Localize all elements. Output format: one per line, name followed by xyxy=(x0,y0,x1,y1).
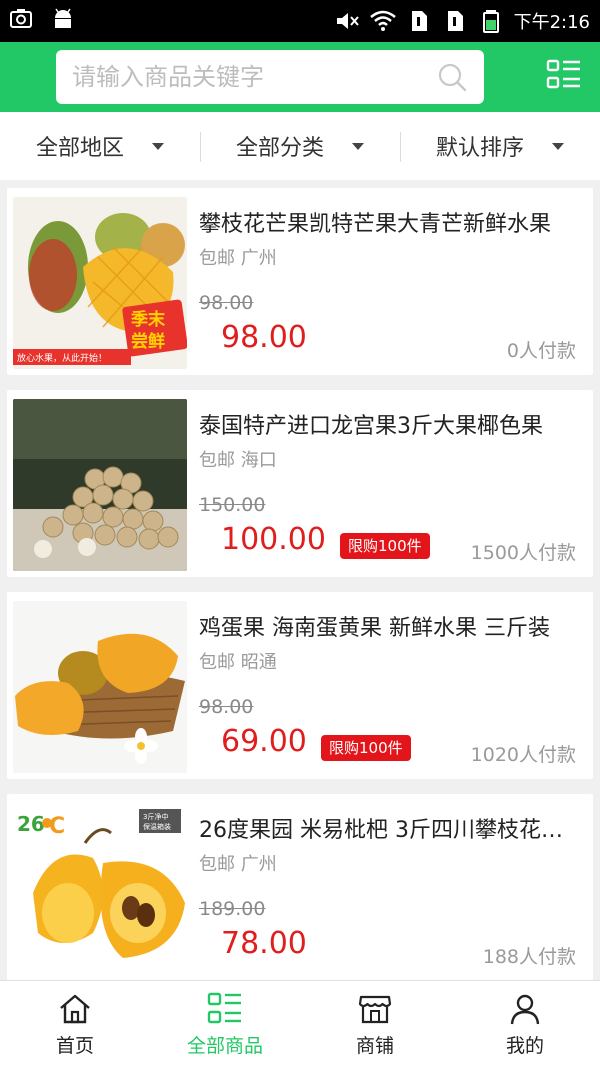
search-icon[interactable] xyxy=(436,61,468,93)
nav-mine[interactable]: 我的 xyxy=(450,981,600,1067)
header xyxy=(0,42,600,112)
product-shipping-location: 包邮 广州 xyxy=(199,854,277,875)
image-slogan: 放心水果，从此开始！ xyxy=(17,352,107,364)
product-title[interactable]: 泰国特产进口龙宫果3斤大果椰色果 xyxy=(199,408,579,440)
filter-category[interactable]: 全部分类 xyxy=(200,112,400,180)
sim2-icon xyxy=(447,11,463,31)
product-card[interactable]: 鸡蛋果 海南蛋黄果 新鲜水果 三斤装 包邮 昭通 98.00 69.00 限购1… xyxy=(7,592,593,779)
product-image-longgong-fruit[interactable] xyxy=(13,399,187,571)
product-title[interactable]: 26度果园 米易枇杷 3斤四川攀枝花枇杷 xyxy=(199,812,579,844)
image-label-2: 尝鲜 xyxy=(131,331,165,352)
home-icon xyxy=(60,994,90,1024)
product-list: 季末 尝鲜 放心水果，从此开始！ 攀枝花芒果凯特芒果大青芒新鲜水果 包邮 广州 … xyxy=(7,188,593,996)
image-label-1: 季末 xyxy=(131,309,166,330)
image-box-label-2: 保温箱装 xyxy=(143,822,171,831)
filter-sort-label: 默认排序 xyxy=(435,136,524,161)
nav-all-products-label: 全部商品 xyxy=(186,1035,263,1057)
wifi-icon xyxy=(369,10,396,31)
purchase-limit-badge: 限购100件 xyxy=(321,735,411,761)
product-sales-count: 1020人付款 xyxy=(470,744,576,766)
caret-down-icon xyxy=(152,142,164,150)
product-original-price: 98.00 xyxy=(199,696,254,718)
product-price: 98.00 xyxy=(221,320,307,355)
store-icon xyxy=(358,995,392,1024)
status-bar: 下午2:16 xyxy=(0,0,600,42)
user-icon xyxy=(510,994,540,1025)
product-shipping-location: 包邮 海口 xyxy=(199,450,277,471)
category-menu-icon[interactable] xyxy=(546,58,582,94)
filter-category-label: 全部分类 xyxy=(235,136,324,161)
filter-sort[interactable]: 默认排序 xyxy=(400,112,600,180)
nav-all-products[interactable]: 全部商品 xyxy=(150,981,300,1067)
filter-bar: 全部地区 全部分类 默认排序 xyxy=(0,112,600,180)
product-price: 100.00 xyxy=(221,522,326,557)
screenshot-icon xyxy=(10,9,32,28)
image-box-label-1: 3斤净中 xyxy=(143,812,168,821)
nav-store[interactable]: 商铺 xyxy=(300,981,450,1067)
product-image-mango[interactable]: 季末 尝鲜 放心水果，从此开始！ xyxy=(13,197,187,369)
bottom-nav: 首页 全部商品 商铺 我的 xyxy=(0,980,600,1067)
product-sales-count: 0人付款 xyxy=(506,340,576,362)
purchase-limit-badge: 限购100件 xyxy=(340,533,430,559)
product-title[interactable]: 攀枝花芒果凯特芒果大青芒新鲜水果 xyxy=(199,206,579,238)
product-shipping-location: 包邮 广州 xyxy=(199,248,277,269)
product-card[interactable]: 季末 尝鲜 放心水果，从此开始！ 攀枝花芒果凯特芒果大青芒新鲜水果 包邮 广州 … xyxy=(7,188,593,375)
grid-list-icon xyxy=(207,992,241,1024)
mute-icon xyxy=(336,13,359,29)
product-title[interactable]: 鸡蛋果 海南蛋黄果 新鲜水果 三斤装 xyxy=(199,610,579,642)
nav-home[interactable]: 首页 xyxy=(0,981,150,1067)
battery-icon xyxy=(482,10,499,33)
nav-store-label: 商铺 xyxy=(355,1035,394,1057)
product-original-price: 150.00 xyxy=(199,494,266,516)
product-card[interactable]: 26 C 3斤净中 保温箱装 26度果园 米易枇杷 3斤四川攀枝花枇杷 包邮 广… xyxy=(7,794,593,981)
image-brand-number: 26 xyxy=(17,812,45,836)
product-price: 69.00 xyxy=(221,724,307,759)
nav-mine-label: 我的 xyxy=(505,1035,544,1057)
caret-down-icon xyxy=(352,142,364,150)
filter-region-label: 全部地区 xyxy=(35,136,124,161)
search-input[interactable] xyxy=(72,59,412,95)
product-price: 78.00 xyxy=(221,926,307,961)
product-card[interactable]: 泰国特产进口龙宫果3斤大果椰色果 包邮 海口 150.00 100.00 限购1… xyxy=(7,390,593,577)
nav-home-label: 首页 xyxy=(55,1035,94,1057)
product-original-price: 98.00 xyxy=(199,292,254,314)
filter-region[interactable]: 全部地区 xyxy=(0,112,200,180)
product-shipping-location: 包邮 昭通 xyxy=(199,652,277,673)
product-image-egg-fruit[interactable] xyxy=(13,601,187,773)
search-box[interactable] xyxy=(56,50,484,104)
product-sales-count: 188人付款 xyxy=(482,946,576,968)
product-original-price: 189.00 xyxy=(199,898,266,920)
status-time: 下午2:16 xyxy=(513,12,590,33)
sim1-icon xyxy=(411,11,427,31)
android-icon xyxy=(55,8,71,28)
caret-down-icon xyxy=(552,142,564,150)
product-image-loquat[interactable]: 26 C 3斤净中 保温箱装 xyxy=(13,803,187,975)
product-sales-count: 1500人付款 xyxy=(470,542,576,564)
image-brand-unit: C xyxy=(49,814,65,839)
